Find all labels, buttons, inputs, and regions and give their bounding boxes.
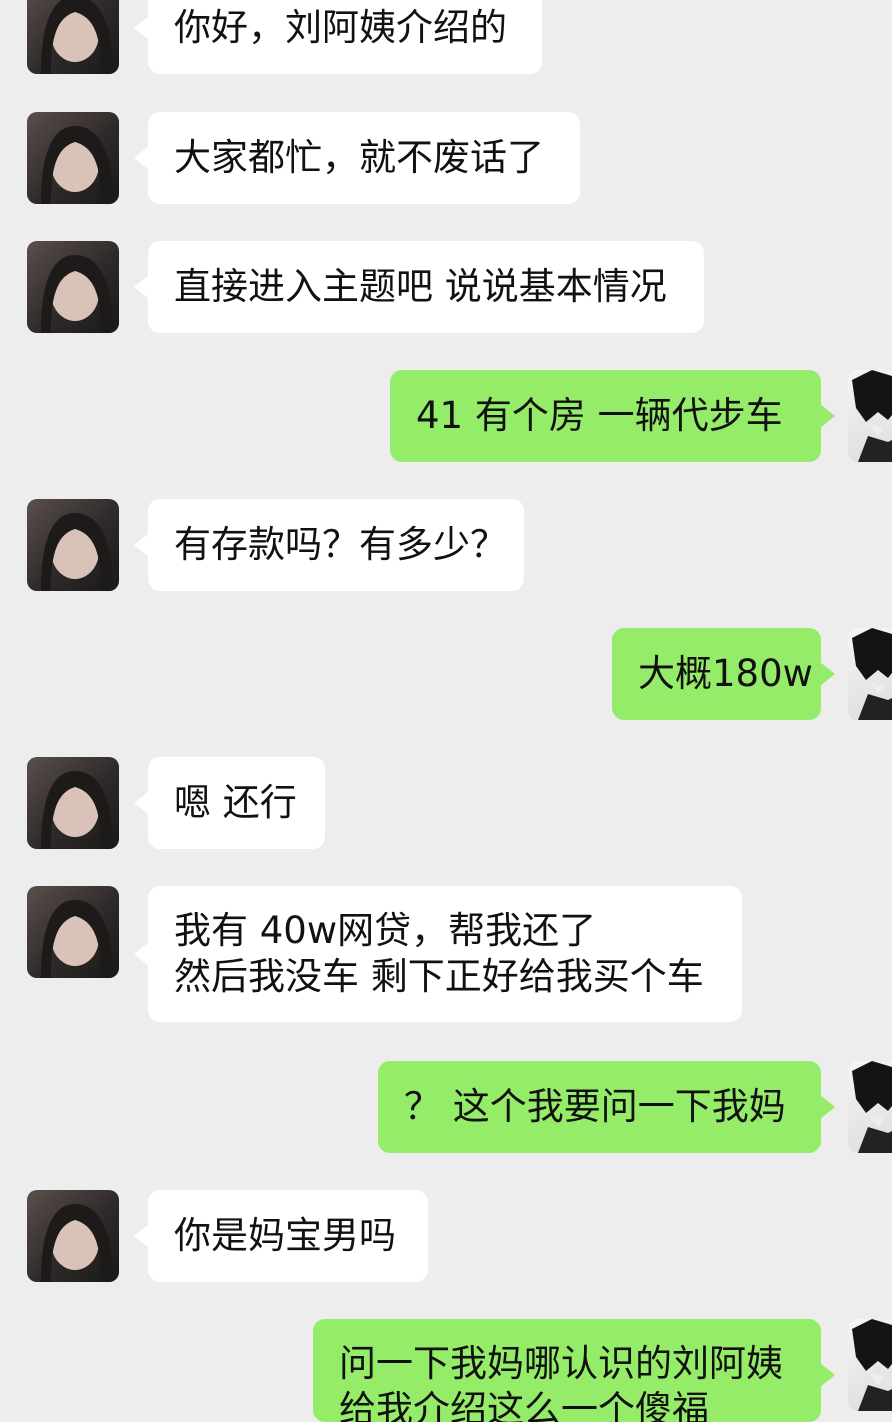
message-text-line: 大概180w (638, 652, 813, 695)
message-bubble-incoming[interactable]: 你好，刘阿姨介绍的 (134, 0, 542, 74)
contact-avatar[interactable] (27, 241, 119, 333)
message-text-line: 问一下我妈哪认识的刘阿姨 (339, 1342, 783, 1385)
contact-avatar-icon (41, 126, 113, 204)
message-text-line: 大家都忙，就不废话了 (174, 136, 544, 179)
chat-message-list[interactable]: 你好，刘阿姨介绍的 大家都忙，就不废话了 直接进入主题吧 说说基本情况 41 有… (0, 0, 892, 1422)
my-avatar-icon (852, 370, 892, 462)
contact-avatar-icon (41, 771, 113, 849)
message-bubble-incoming[interactable]: 嗯 还行 (134, 757, 325, 849)
contact-avatar[interactable] (27, 112, 119, 204)
message-text-line: 直接进入主题吧 说说基本情况 (174, 265, 667, 308)
message-bubble-outgoing[interactable]: 问一下我妈哪认识的刘阿姨 给我介绍这么一个傻福 (313, 1319, 835, 1422)
message-text-line: ？ 这个我要问一下我妈 (404, 1085, 786, 1128)
my-avatar[interactable] (848, 1061, 892, 1153)
my-avatar-icon (852, 1319, 892, 1411)
message-bubble-outgoing[interactable]: 41 有个房 一辆代步车 (390, 370, 835, 462)
contact-avatar-icon (41, 513, 113, 591)
message-text-line: 有存款吗？有多少？ (174, 523, 507, 566)
message-bubble-outgoing[interactable]: 大概180w (612, 628, 835, 720)
message-text-line: 我有 40w网贷，帮我还了 (174, 909, 597, 952)
message-bubble-incoming[interactable]: 有存款吗？有多少？ (134, 499, 524, 591)
my-avatar[interactable] (848, 370, 892, 462)
contact-avatar[interactable] (27, 0, 119, 74)
my-avatar[interactable] (848, 628, 892, 720)
message-bubble-incoming[interactable]: 大家都忙，就不废话了 (134, 112, 580, 204)
contact-avatar[interactable] (27, 886, 119, 978)
message-bubble-incoming[interactable]: 你是妈宝男吗 (134, 1190, 428, 1282)
contact-avatar-icon (41, 1204, 113, 1282)
message-bubble-outgoing[interactable]: ？ 这个我要问一下我妈 (378, 1061, 835, 1153)
message-bubble-incoming[interactable]: 直接进入主题吧 说说基本情况 (134, 241, 704, 333)
contact-avatar[interactable] (27, 499, 119, 591)
message-text-line: 你好，刘阿姨介绍的 (174, 6, 507, 49)
contact-avatar-icon (41, 900, 113, 978)
contact-avatar[interactable] (27, 757, 119, 849)
my-avatar-icon (852, 628, 892, 720)
message-text-line: 嗯 还行 (174, 781, 297, 824)
message-text-line: 给我介绍这么一个傻福 (339, 1388, 709, 1422)
contact-avatar-icon (41, 0, 113, 74)
message-text-line: 然后我没车 剩下正好给我买个车 (174, 955, 704, 998)
contact-avatar[interactable] (27, 1190, 119, 1282)
message-text-line: 你是妈宝男吗 (174, 1214, 396, 1257)
my-avatar[interactable] (848, 1319, 892, 1411)
message-text-line: 41 有个房 一辆代步车 (416, 394, 783, 437)
message-bubble-incoming[interactable]: 我有 40w网贷，帮我还了 然后我没车 剩下正好给我买个车 (134, 886, 742, 1022)
my-avatar-icon (852, 1061, 892, 1153)
contact-avatar-icon (41, 255, 113, 333)
